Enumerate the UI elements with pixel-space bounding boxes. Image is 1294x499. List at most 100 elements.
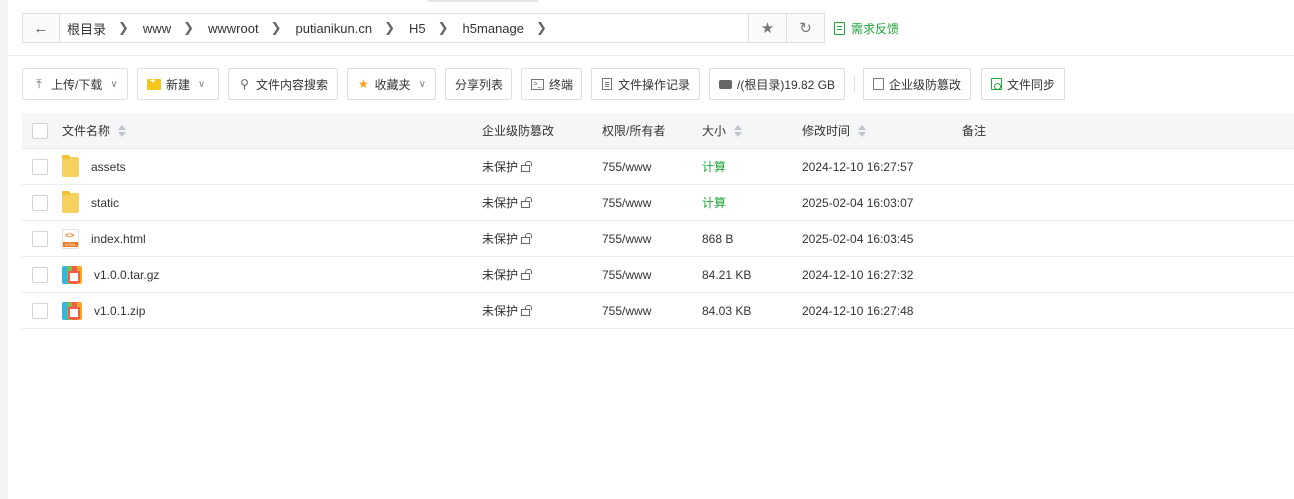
feedback-link[interactable]: 需求反馈 [834,20,899,37]
table-row[interactable]: assets 未保护 755/www 计算 2024-12-10 16:27:5… [22,149,1294,185]
shield-icon [873,77,884,91]
operation-log-button[interactable]: 文件操作记录 [591,68,700,100]
new-button[interactable]: 新建 ∨ [137,68,219,100]
disk-button[interactable]: /(根目录)19.82 GB [709,68,845,100]
table-row[interactable]: index.html 未保护 755/www 868 B 2025-02-04 … [22,221,1294,257]
file-name[interactable]: assets [91,160,126,174]
favorites-button[interactable]: ★ 收藏夹 ∨ [347,68,436,100]
breadcrumb-label: h5manage [462,20,524,36]
refresh-icon: ↻ [799,20,812,37]
column-label: 备注 [962,124,987,138]
size-cell: 868 B [702,221,733,256]
breadcrumb-www[interactable]: www ❯ [143,20,208,36]
size-label: 84.03 KB [702,303,752,318]
upload-download-button[interactable]: ⤒ 上传/下载 ∨ [22,68,128,100]
breadcrumb-label: www [142,20,172,36]
tamper-label: 企业级防篡改 [889,77,962,92]
row-checkbox[interactable] [32,267,48,283]
breadcrumb-wwwroot[interactable]: wwwroot ❯ [208,20,295,36]
breadcrumb-root[interactable]: 根目录 ❯ [67,19,143,38]
upload-icon: ⤒ [36,76,42,91]
size-label: 计算 [702,196,727,210]
size-label: 84.21 KB [702,267,752,282]
file-manager-panel: ← 根目录 ❯ www ❯ wwwroot ❯ putianikun.cn ❯ H5 ❯ … [8,0,1294,499]
disk-icon [719,77,732,91]
folder-icon [62,190,79,213]
mtime-cell: 2024-12-10 16:27:57 [802,149,913,184]
search-label: 文件内容搜索 [255,77,328,92]
column-size-header[interactable]: 大小 [702,113,743,148]
tamper-status-label: 未保护 [482,268,519,282]
breadcrumb-domain[interactable]: putianikun.cn ❯ [295,20,409,36]
back-button[interactable]: ← [23,14,60,42]
column-label: 文件名称 [62,124,111,138]
disk-label: /(根目录)19.82 GB [737,77,836,92]
content-search-button[interactable]: ⚲ 文件内容搜索 [228,68,338,100]
column-mtime-header[interactable]: 修改时间 [802,113,867,148]
breadcrumb-h5manage[interactable]: h5manage ❯ [463,20,561,36]
refresh-button[interactable]: ↻ [786,14,824,42]
divider [8,55,1294,56]
sort-icon [734,124,743,137]
permission-label: 755/www [602,159,652,174]
size-calculate-link[interactable]: 计算 [702,185,726,220]
permission-cell[interactable]: 755/www [602,293,651,328]
permission-cell[interactable]: 755/www [602,257,651,292]
file-name-cell[interactable]: v1.0.1.zip [62,293,145,328]
chevron-down-icon: ∨ [418,78,426,90]
tamper-status[interactable]: 未保护 [482,293,533,328]
table-row[interactable]: v1.0.1.zip 未保护 755/www 84.03 KB 2024-12-… [22,293,1294,329]
table-row[interactable]: v1.0.0.tar.gz 未保护 755/www 84.21 KB 2024-… [22,257,1294,293]
file-name-cell[interactable]: index.html [62,221,146,256]
row-checkbox[interactable] [32,231,48,247]
file-sync-button[interactable]: 文件同步 [981,68,1065,100]
row-checkbox[interactable] [32,303,48,319]
column-label: 企业级防篡改 [482,124,555,138]
tamper-protection-button[interactable]: 企业级防篡改 [863,68,971,100]
arrow-left-icon: ← [33,19,49,37]
row-checkbox[interactable] [32,195,48,211]
tamper-status[interactable]: 未保护 [482,221,533,256]
breadcrumb-label: H5 [409,20,426,36]
mtime-cell: 2025-02-04 16:03:07 [802,185,913,220]
column-permission-header: 权限/所有者 [602,113,665,148]
file-name-cell[interactable]: assets [62,149,126,184]
lock-icon [521,269,533,280]
tamper-status[interactable]: 未保护 [482,185,533,220]
file-name[interactable]: v1.0.0.tar.gz [94,268,159,282]
file-name-cell[interactable]: static [62,185,119,220]
chevron-down-icon: ∨ [110,78,118,90]
chevron-right-icon: ❯ [536,20,547,35]
permission-cell[interactable]: 755/www [602,221,651,256]
select-all-checkbox[interactable] [32,123,48,139]
permission-label: 755/www [602,195,652,210]
size-calculate-link[interactable]: 计算 [702,149,726,184]
feedback-icon [834,22,845,35]
file-name[interactable]: static [91,196,119,210]
file-name-cell[interactable]: v1.0.0.tar.gz [62,257,159,292]
lock-icon [521,305,533,316]
column-name-header[interactable]: 文件名称 [62,113,127,148]
tamper-status-label: 未保护 [482,232,519,246]
share-list-button[interactable]: 分享列表 [445,68,512,100]
toolbar: ⤒ 上传/下载 ∨ 新建 ∨ ⚲ 文件内容搜索 ★ 收藏夹 ∨ 分享列表 >_ … [22,68,1222,100]
breadcrumb-label: 根目录 [67,21,107,37]
tamper-status[interactable]: 未保护 [482,257,533,292]
breadcrumb-h5[interactable]: H5 ❯ [409,20,463,36]
new-label: 新建 [166,77,191,92]
mtime-label: 2025-02-04 16:03:45 [802,231,914,246]
archive-icon [62,301,82,320]
row-checkbox[interactable] [32,159,48,175]
feedback-label: 需求反馈 [851,22,900,36]
sort-icon [118,124,127,137]
tamper-status[interactable]: 未保护 [482,149,533,184]
table-row[interactable]: static 未保护 755/www 计算 2025-02-04 16:03:0… [22,185,1294,221]
permission-cell[interactable]: 755/www [602,149,651,184]
table-header: 文件名称 企业级防篡改 权限/所有者 大小 修改时间 备注 [22,113,1294,149]
file-name[interactable]: v1.0.1.zip [94,304,145,318]
file-name[interactable]: index.html [91,232,146,246]
favorite-button[interactable]: ★ [748,14,786,42]
size-cell: 84.21 KB [702,257,751,292]
permission-cell[interactable]: 755/www [602,185,651,220]
terminal-button[interactable]: >_ 终端 [521,68,582,100]
